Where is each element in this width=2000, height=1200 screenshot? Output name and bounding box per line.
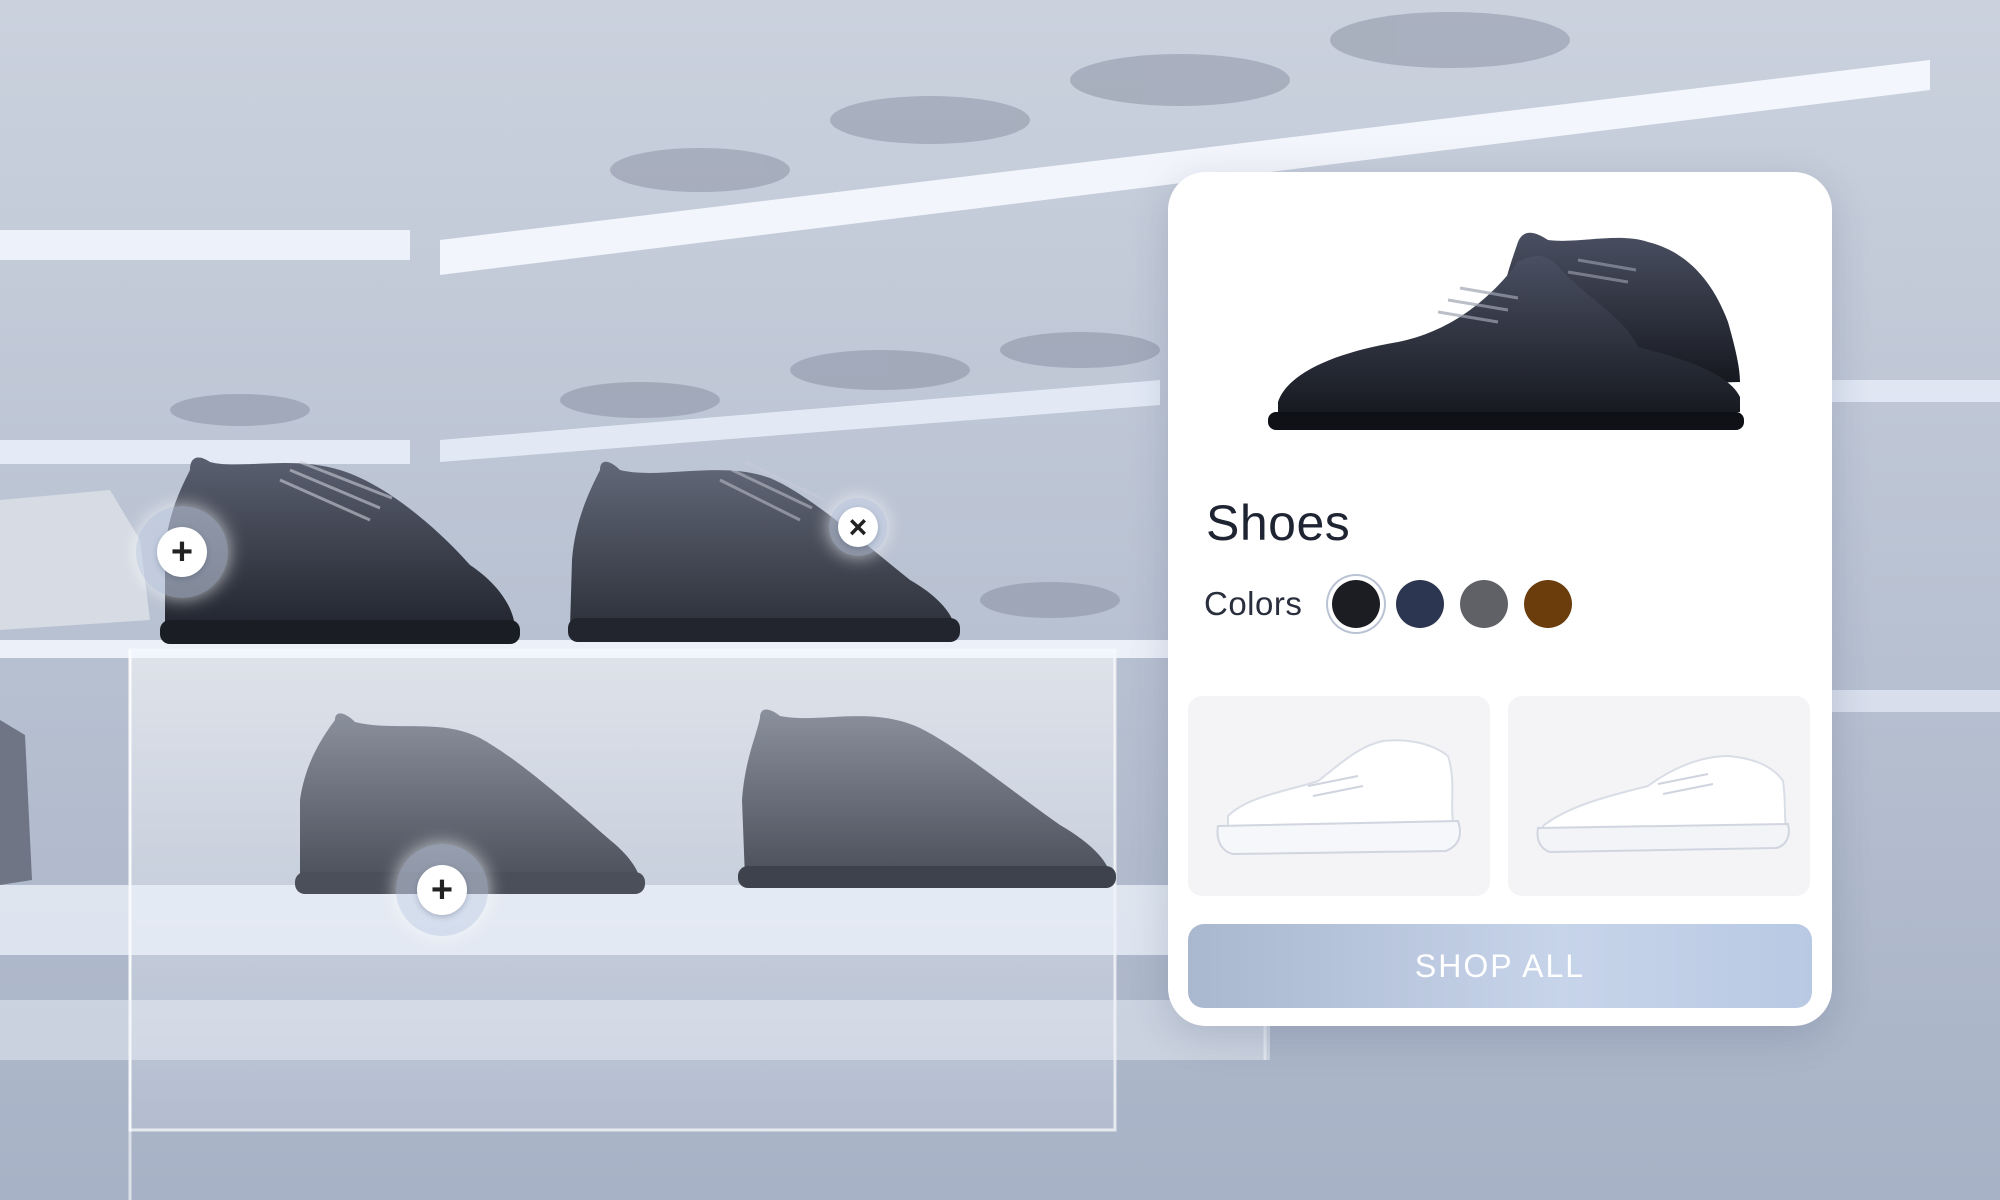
related-products	[1188, 696, 1810, 896]
color-selector: Colors	[1204, 580, 1588, 628]
hero-shoe-image	[1268, 232, 1744, 430]
color-swatch-navy[interactable]	[1396, 580, 1445, 628]
color-swatch-black[interactable]	[1332, 580, 1381, 628]
product-title: Shoes	[1206, 495, 1351, 551]
product-card: Shoes Colors SHOP ALL	[1168, 172, 1832, 1026]
thumbnail-white-low-sneaker[interactable]	[1508, 696, 1810, 896]
thumbnail-white-chunky-sneaker[interactable]	[1188, 696, 1490, 896]
sneaker-image	[1536, 754, 1790, 854]
plus-icon: +	[170, 531, 194, 573]
color-swatch-brown[interactable]	[1524, 580, 1573, 628]
sneaker-image	[1216, 739, 1461, 856]
colors-label: Colors	[1204, 585, 1303, 622]
close-hotspot-top[interactable]: ×	[829, 498, 887, 556]
color-swatch-gray[interactable]	[1460, 580, 1509, 628]
close-icon: ×	[848, 509, 868, 545]
add-hotspot-top-left[interactable]: +	[136, 506, 228, 598]
store-scene: + × + Shoes Colors SHOP ALL	[0, 0, 2000, 1200]
plus-icon: +	[430, 869, 454, 911]
shop-all-button[interactable]: SHOP ALL	[1188, 924, 1812, 1008]
add-hotspot-bottom[interactable]: +	[396, 844, 488, 936]
